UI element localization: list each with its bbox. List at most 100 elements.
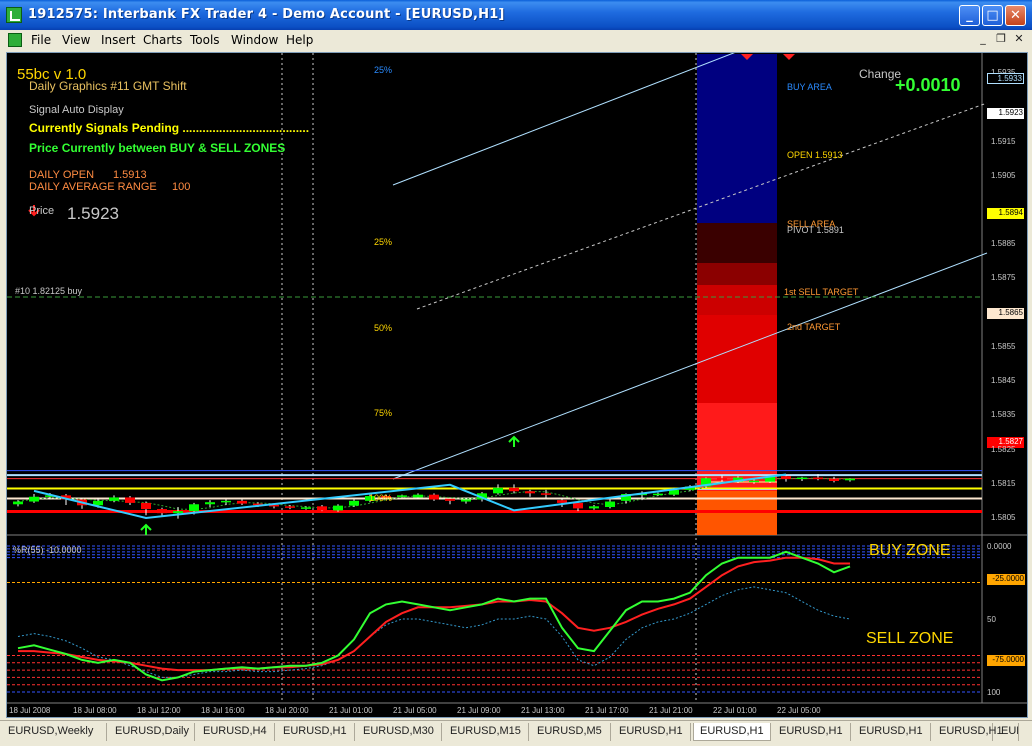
candle-bear [525,491,535,494]
wpr-tick-zero: 0.0000 [987,542,1012,551]
time-tick: 21 Jul 13:00 [521,706,565,715]
daily-average-range-label: DAILY AVERAGE RANGE [29,181,157,193]
candle-bear [541,493,551,495]
daily-open-label: DAILY OPEN [29,169,95,181]
child-restore-button[interactable]: ❐ [994,32,1008,46]
candle-bull [461,499,471,502]
menu-insert[interactable]: Insert [101,33,135,47]
time-tick: 22 Jul 05:00 [777,706,821,715]
candle-bull [205,502,215,505]
price-tick: 1.5885 [991,239,1016,248]
title-bar: 1912575: Interbank FX Trader 4 - Demo Ac… [0,0,1032,30]
fib-75: 75% [374,408,393,418]
buy-arrow-icon [140,523,152,535]
document-icon[interactable] [8,33,22,47]
candle-bull [333,505,343,511]
app-window: 1912575: Interbank FX Trader 4 - Demo Ac… [0,0,1032,746]
buy-zone-label: BUY ZONE [869,542,951,559]
sell-target-1: 1st SELL TARGET [784,287,859,297]
candle-bull [493,487,503,494]
candle-bull [797,477,807,480]
close-button[interactable]: ✕ [1005,5,1026,26]
tab-eurusd-h1[interactable]: EURUSD,H1 [773,723,851,741]
candle-bear [829,478,839,481]
sell-arrow-icon [783,54,795,60]
signals-pending: Currently Signals Pending ..............… [29,121,310,135]
tab-eurusd-m15[interactable]: EURUSD,M15 [444,723,529,741]
candle-bull [109,497,119,501]
time-tick: 18 Jul 20:00 [265,706,309,715]
chart-window[interactable]: 55bc v 1.0 Daily Graphics #11 GMT Shift … [6,52,1028,718]
daily-average-range-value: 100 [172,181,191,193]
tab-eurusd-weekly[interactable]: EURUSD,Weekly [2,723,107,741]
menu-bar: File View Insert Charts Tools Window Hel… [0,30,1032,50]
time-tick: 21 Jul 09:00 [457,706,501,715]
candle-bull [749,480,759,483]
buy-area-label: BUY AREA [787,82,832,92]
candle-bull [397,495,407,497]
price-tick: 1.5905 [991,171,1016,180]
menu-charts[interactable]: Charts [143,33,182,47]
tab-eurusd-h[interactable]: EURUSD,H [995,723,1019,741]
menu-window[interactable]: Window [231,33,278,47]
price-zone-status: Price Currently between BUY & SELL ZONES [29,141,286,155]
wpr-tick-100: 100 [987,688,1001,697]
menu-file[interactable]: File [31,33,51,47]
channel-lower [392,252,988,480]
candle-bear [445,498,455,501]
tab-eurusd-h1[interactable]: EURUSD,H1 [933,723,1003,741]
time-tick: 21 Jul 05:00 [393,706,437,715]
price-tick: 1.5855 [991,342,1016,351]
tab-eurusd-h1[interactable]: EURUSD,H1 [277,723,355,741]
price-tick: 1.5875 [991,273,1016,282]
sell-area-block [697,263,777,285]
candle-bull [173,511,183,514]
price-tick: 1.5915 [991,137,1016,146]
candle-bear [285,506,295,508]
maximize-button[interactable]: □ [982,5,1003,26]
child-minimize-button[interactable]: _ [976,32,990,46]
tab-eurusd-m30[interactable]: EURUSD,M30 [357,723,442,741]
menu-tools[interactable]: Tools [190,33,220,47]
tab-eurusd-daily[interactable]: EURUSD,Daily [109,723,195,741]
menu-help[interactable]: Help [286,33,313,47]
tab-eurusd-h1[interactable]: EURUSD,H1 [613,723,691,741]
tab-eurusd-h4[interactable]: EURUSD,H4 [197,723,275,741]
time-tick: 21 Jul 01:00 [329,706,373,715]
price-box-white: 1.5865 [987,308,1024,319]
time-tick: 18 Jul 2008 [9,706,51,715]
price-tick: 1.5825 [991,445,1016,454]
price-tick: 1.5845 [991,376,1016,385]
wpr-box-m25: -25.0000 [987,574,1025,585]
chart-tabs: EURUSD,Weekly EURUSD,Daily EURUSD,H4 EUR… [0,720,1032,746]
price-value: 1.5923 [67,204,119,223]
candle-bull [301,507,311,509]
price-box-yellow: 1.5894 [987,208,1024,219]
tab-eurusd-h1-active[interactable]: EURUSD,H1 [693,723,771,741]
candle-bear [717,478,727,480]
candle-bear [157,509,167,514]
candle-bull [349,500,359,506]
fib-25-top: 25% [374,65,393,75]
sell-zone-label: SELL ZONE [866,630,954,647]
time-tick: 18 Jul 08:00 [73,706,117,715]
minimize-button[interactable]: _ [959,5,980,26]
candle-bull [653,493,663,496]
time-tick: 21 Jul 17:00 [585,706,629,715]
time-tick: 21 Jul 21:00 [649,706,693,715]
candle-bear [125,497,135,503]
tab-eurusd-m5[interactable]: EURUSD,M5 [531,723,611,741]
price-tick: 1.5805 [991,513,1016,522]
signal-display: Signal Auto Display [29,104,124,116]
tab-eurusd-h1[interactable]: EURUSD,H1 [853,723,931,741]
candle-bear [317,506,327,511]
menu-view[interactable]: View [62,33,90,47]
fib-50: 50% [374,323,393,333]
child-close-button[interactable]: ✕ [1012,32,1026,46]
price-label: Price [29,205,55,217]
wpr-box-m75: -75.0000 [987,655,1025,666]
sell-area-block [697,223,777,263]
candle-bear [237,500,247,504]
candle-bull [189,504,199,512]
candle-bull [29,496,39,502]
